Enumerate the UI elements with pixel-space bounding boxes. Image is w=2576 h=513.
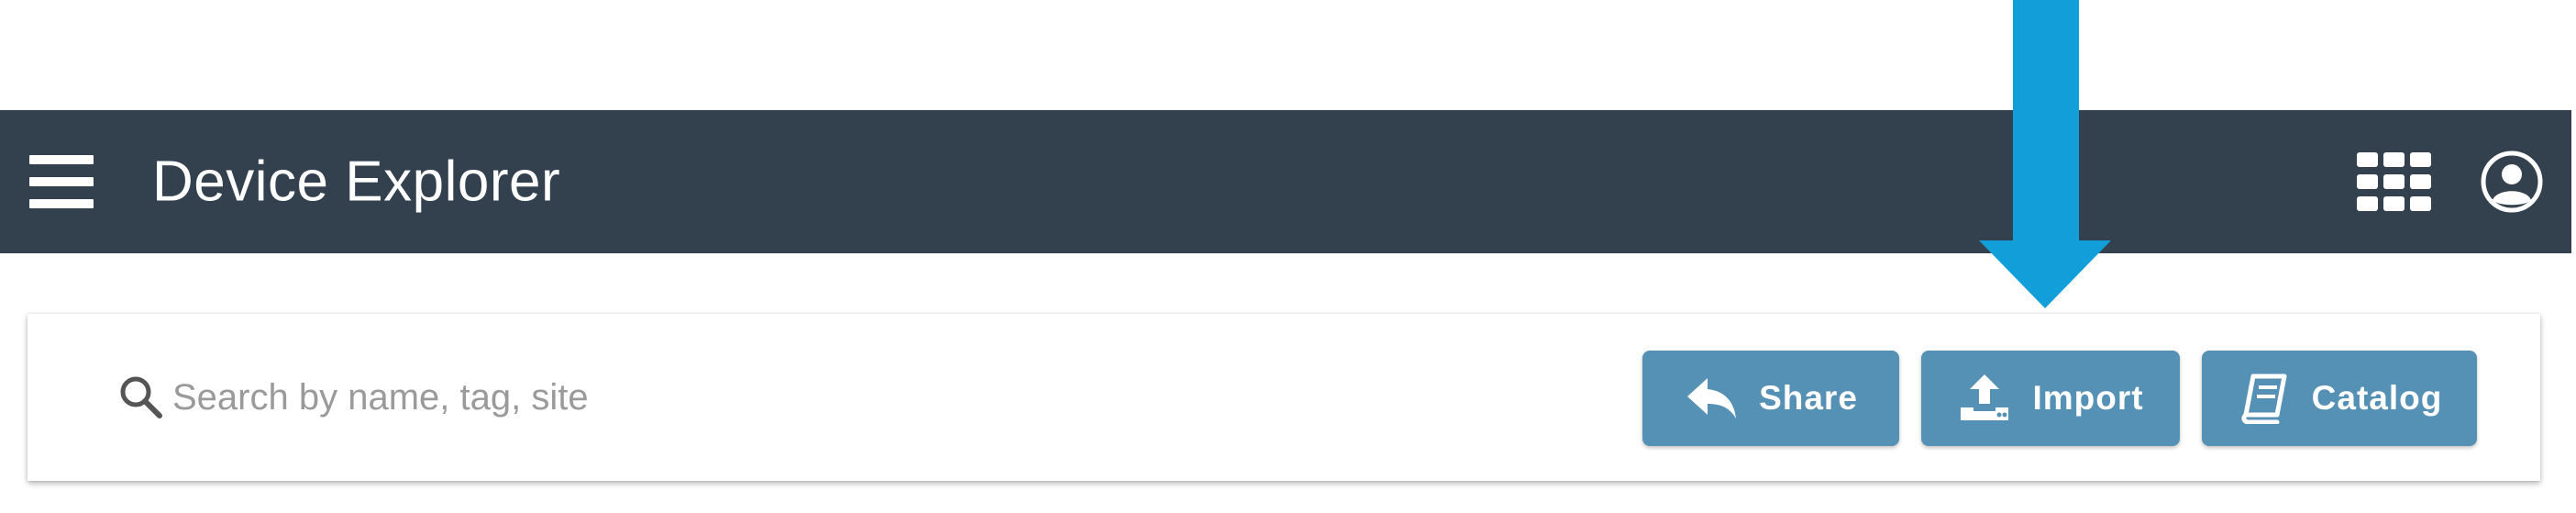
reply-arrow-icon (1687, 378, 1737, 418)
app-title: Device Explorer (152, 150, 561, 214)
page: Device Explorer Share (0, 0, 2576, 513)
account-circle-icon[interactable] (2480, 150, 2544, 214)
toolbar-card: Share Import Catalog (28, 314, 2540, 481)
share-button-label: Share (1759, 379, 1858, 417)
import-button-label: Import (2032, 379, 2144, 417)
search-input[interactable] (167, 370, 924, 425)
annotation-arrow-icon (1979, 0, 2111, 308)
catalog-button-label: Catalog (2311, 379, 2443, 417)
search-icon (120, 376, 162, 418)
app-bar: Device Explorer (0, 110, 2571, 253)
import-button[interactable]: Import (1921, 351, 2180, 446)
search-bar (116, 365, 941, 429)
catalog-button[interactable]: Catalog (2202, 351, 2477, 446)
hamburger-menu-icon[interactable] (29, 155, 94, 208)
share-button[interactable]: Share (1642, 351, 1899, 446)
upload-icon (1961, 374, 2009, 420)
apps-grid-icon[interactable] (2357, 152, 2432, 211)
book-icon (2241, 374, 2287, 424)
